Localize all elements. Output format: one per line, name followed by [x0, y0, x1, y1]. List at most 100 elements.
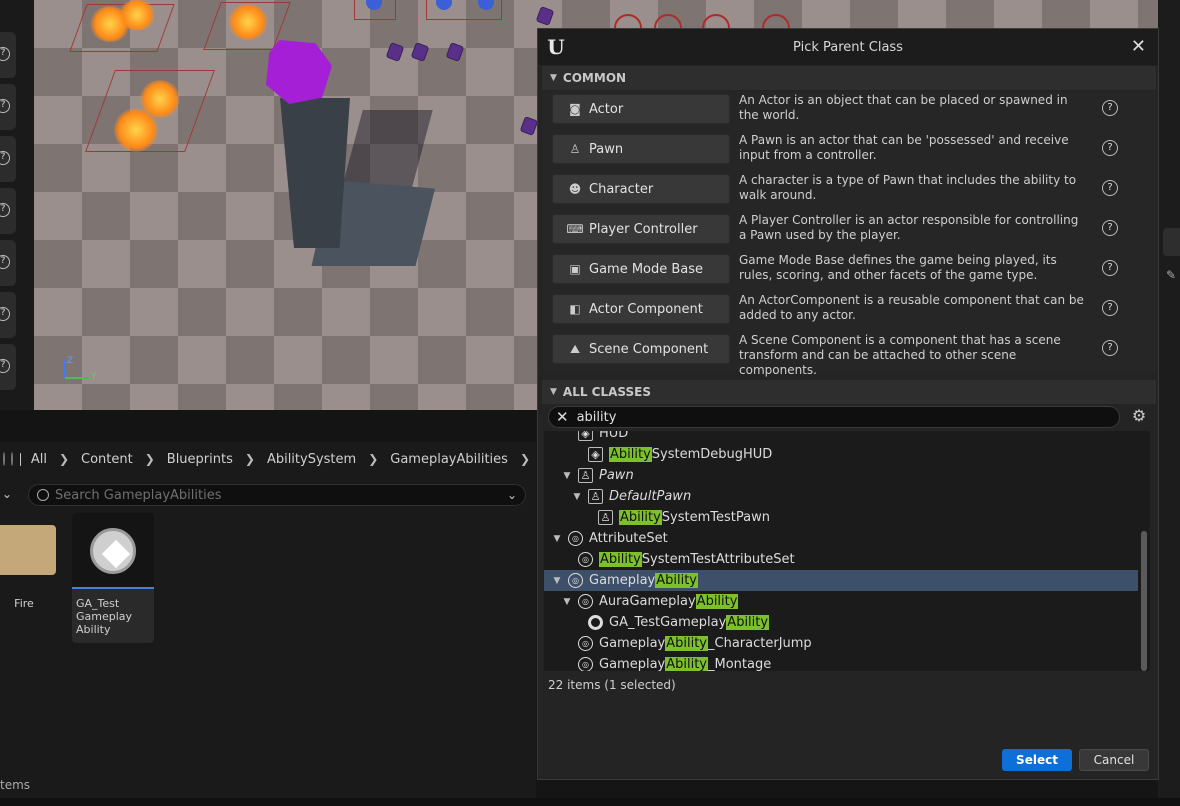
gear-icon[interactable]: ⚙	[1130, 407, 1148, 425]
expand-arrow-icon[interactable]: ▼	[572, 492, 582, 502]
breadcrumb-all[interactable]: All	[25, 452, 53, 467]
help-button[interactable]: ?	[0, 136, 16, 182]
asset-search-input[interactable]: Search GameplayAbilities ⌄	[28, 484, 526, 506]
class-description: A Pawn is an actor that can be 'possesse…	[739, 133, 1069, 162]
tree-row[interactable]: ▼ ◎ AttributeSet	[544, 528, 1138, 549]
class-button-label: Actor Component	[589, 301, 703, 317]
object-icon: ◎	[568, 573, 583, 588]
scene-component-icon: ⛰	[569, 341, 581, 356]
class-description: An Actor is an object that can be placed…	[739, 93, 1068, 122]
class-button[interactable]: ⌨ Player Controller	[552, 214, 730, 244]
help-button[interactable]: ?	[0, 344, 16, 390]
chevron-right-icon[interactable]: ❯	[362, 452, 384, 466]
tree-row[interactable]: ▼ ◎ AuraGameplayAbility	[544, 591, 1138, 612]
breadcrumb-gameplayabilities[interactable]: GameplayAbilities	[384, 452, 514, 467]
asset-tile[interactable]: GA_Test Gameplay Ability	[72, 513, 154, 643]
tree-row[interactable]: ▼ ◎ GameplayAbility	[544, 570, 1138, 591]
class-row: ☻ Character A character is a type of Pawn …	[542, 171, 1156, 211]
help-icon[interactable]: ?	[1102, 300, 1118, 316]
tree-label-text: SystemTestPawn	[661, 510, 770, 525]
chevron-right-icon[interactable]: ❯	[514, 452, 536, 466]
expand-arrow-icon[interactable]: ▼	[552, 534, 562, 544]
class-tree: ▼◎GameplayAbility_Montage▼◎GameplayAbili…	[544, 431, 1150, 671]
collapse-triangle-icon[interactable]: ▼	[550, 387, 557, 397]
tree-row[interactable]: ▼♙AbilitySystemTestPawn	[544, 507, 1138, 528]
folder-tile[interactable]	[0, 525, 56, 575]
class-search[interactable]: ✕	[548, 406, 1120, 428]
class-search-input[interactable]	[576, 409, 1119, 425]
pawn-icon: ♙	[578, 468, 593, 483]
class-description: A Player Controller is an actor responsi…	[739, 213, 1079, 242]
tree-row[interactable]: ▼GA_TestGameplayAbility	[544, 612, 1138, 633]
help-icon[interactable]: ?	[1102, 180, 1118, 196]
help-button[interactable]: ?	[0, 292, 16, 338]
expand-arrow-icon[interactable]: ▼	[562, 597, 572, 607]
all-classes-section-header[interactable]: ▼ ALL CLASSES	[542, 380, 1156, 404]
pawn-icon: ♙	[598, 510, 613, 525]
cancel-button[interactable]: Cancel	[1079, 749, 1149, 771]
pencil-icon[interactable]: ✎	[1166, 268, 1180, 282]
help-icon[interactable]: ?	[1102, 140, 1118, 156]
help-icon[interactable]: ?	[1102, 100, 1118, 116]
details-panel-edge	[1158, 0, 1180, 806]
clear-search-icon[interactable]: ✕	[556, 408, 569, 426]
class-button[interactable]: ♙ Pawn	[552, 134, 730, 164]
breadcrumb-content[interactable]: Content	[75, 452, 139, 467]
breadcrumb-blueprints[interactable]: Blueprints	[161, 452, 239, 467]
class-button[interactable]: ▣ Game Mode Base	[552, 254, 730, 284]
orb-cage	[426, 0, 502, 20]
tree-label-text: Gameplay	[599, 636, 666, 651]
filter-dropdown-icon[interactable]: ⌄	[2, 487, 12, 501]
tree-row[interactable]: ▼ ♙ DefaultPawn	[544, 486, 1138, 507]
help-icon[interactable]: ?	[1102, 260, 1118, 276]
object-icon: ◎	[568, 531, 583, 546]
tree-row[interactable]: ▼◎GameplayAbility_Montage	[544, 654, 1138, 671]
chevron-right-icon[interactable]: ❯	[139, 452, 161, 466]
object-icon: ◎	[578, 552, 593, 567]
class-button[interactable]: ◙ Actor	[552, 94, 730, 124]
fire-effect	[228, 4, 268, 40]
class-button-label: Actor	[589, 101, 624, 117]
folder-label: Fire	[14, 597, 34, 610]
details-panel-tab[interactable]	[1163, 228, 1180, 256]
chevron-down-icon[interactable]: ⌄	[507, 488, 517, 502]
tree-label-text: GA_TestGameplay	[609, 615, 727, 630]
tree-label: Pawn	[599, 468, 634, 483]
fire-effect	[114, 108, 158, 152]
collapse-triangle-icon[interactable]: ▼	[550, 73, 557, 83]
dialog-titlebar[interactable]: U Pick Parent Class ✕	[538, 29, 1158, 65]
tree-row[interactable]: ▼ ♙ Pawn	[544, 465, 1138, 486]
class-button[interactable]: ☻ Character	[552, 174, 730, 204]
chevron-right-icon[interactable]: ❯	[239, 452, 261, 466]
tree-scrollbar[interactable]	[1141, 531, 1147, 671]
class-button[interactable]: ⛰ Scene Component	[552, 334, 730, 364]
dialog-title: Pick Parent Class	[793, 40, 903, 55]
tree-row[interactable]: ▼◈AbilitySystemDebugHUD	[544, 444, 1138, 465]
back-icon[interactable]	[3, 452, 6, 466]
tree-label-text: AuraGameplay	[599, 594, 696, 609]
search-icon	[37, 489, 49, 501]
object-icon: ◎	[578, 657, 593, 671]
class-button[interactable]: ◧ Actor Component	[552, 294, 730, 324]
help-icon[interactable]: ?	[1102, 340, 1118, 356]
tree-row[interactable]: ▼◎AbilitySystemTestAttributeSet	[544, 549, 1138, 570]
class-row: ♙ Pawn A Pawn is an actor that can be 'pos…	[542, 131, 1156, 171]
expand-arrow-icon[interactable]: ▼	[562, 471, 572, 481]
select-button[interactable]: Select	[1002, 749, 1072, 771]
tree-row[interactable]: ▼◎GameplayAbility_CharacterJump	[544, 633, 1138, 654]
help-button[interactable]: ?	[0, 84, 16, 130]
help-button[interactable]: ?	[0, 240, 16, 286]
close-icon[interactable]: ✕	[1131, 36, 1146, 57]
expand-arrow-icon[interactable]: ▼	[552, 576, 562, 586]
class-description: Game Mode Base defines the game being pl…	[739, 253, 1057, 282]
help-icon[interactable]: ?	[1102, 220, 1118, 236]
help-button[interactable]: ?	[0, 32, 16, 78]
forward-icon[interactable]	[11, 452, 14, 466]
help-button[interactable]: ?	[0, 188, 16, 234]
fire-effect	[118, 0, 156, 30]
breadcrumb-abilitysystem[interactable]: AbilitySystem	[261, 452, 362, 467]
common-section-header[interactable]: ▼ COMMON	[542, 66, 1156, 90]
class-description: A Scene Component is a component that ha…	[739, 333, 1061, 377]
chevron-right-icon[interactable]: ❯	[53, 452, 75, 466]
tree-row[interactable]: ▼◈HUD	[544, 431, 1138, 444]
